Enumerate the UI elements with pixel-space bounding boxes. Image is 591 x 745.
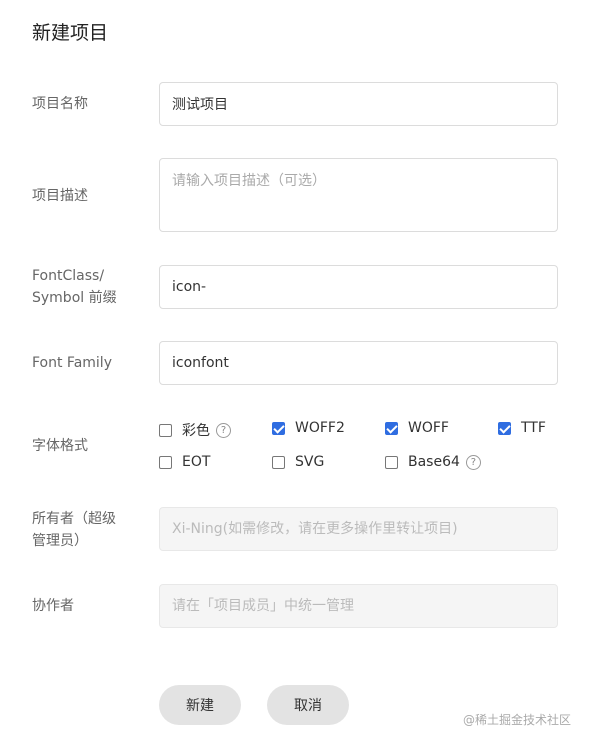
format-woff-checkbox[interactable]: WOFF — [385, 420, 449, 436]
watermark: @稀土掘金技术社区 — [462, 713, 571, 727]
checkbox-checked-icon — [385, 421, 398, 435]
format-base64-checkbox[interactable]: Base64 ? — [385, 454, 481, 470]
checkbox-checked-icon — [498, 421, 511, 435]
owner-label-line2: 管理员） — [32, 533, 88, 549]
question-circle-icon[interactable]: ? — [216, 422, 231, 438]
project-name-input[interactable] — [159, 82, 558, 126]
prefix-input[interactable] — [159, 265, 558, 309]
question-circle-icon[interactable]: ? — [465, 454, 481, 470]
format-woff2-checkbox[interactable]: WOFF2 — [272, 420, 345, 436]
checkbox-checked-icon — [272, 421, 285, 435]
checkbox-icon — [159, 455, 172, 469]
cancel-button[interactable]: 取消 — [267, 685, 349, 725]
format-base64-label: Base64 — [408, 454, 460, 470]
format-svg-label: SVG — [295, 454, 325, 470]
format-color-checkbox[interactable]: 彩色 ? — [159, 420, 231, 440]
font-format-label: 字体格式 — [32, 438, 88, 454]
font-family-label: Font Family — [32, 355, 112, 371]
font-family-input[interactable] — [159, 341, 558, 385]
owner-label: 所有者（超级 管理员） — [32, 508, 142, 552]
format-color-label: 彩色 — [182, 423, 210, 439]
collaborators-label: 协作者 — [32, 598, 74, 614]
prefix-label-line1: FontClass/ — [32, 268, 105, 284]
format-ttf-checkbox[interactable]: TTF — [498, 420, 546, 436]
format-woff2-label: WOFF2 — [295, 420, 345, 436]
format-eot-checkbox[interactable]: EOT — [159, 454, 210, 470]
prefix-label-line2: Symbol 前缀 — [32, 290, 117, 306]
format-svg-checkbox[interactable]: SVG — [272, 454, 324, 470]
collaborators-input — [159, 584, 558, 628]
project-description-textarea[interactable] — [159, 158, 558, 232]
owner-input — [159, 507, 558, 551]
format-woff-label: WOFF — [408, 420, 449, 436]
project-description-label: 项目描述 — [32, 188, 88, 204]
checkbox-icon — [159, 423, 172, 437]
checkbox-icon — [272, 455, 285, 469]
create-button[interactable]: 新建 — [159, 685, 241, 725]
checkbox-icon — [385, 455, 398, 469]
format-ttf-label: TTF — [521, 420, 546, 436]
project-name-label: 项目名称 — [32, 96, 88, 112]
format-eot-label: EOT — [182, 454, 211, 470]
prefix-label: FontClass/ Symbol 前缀 — [32, 265, 142, 309]
dialog-title: 新建项目 — [32, 22, 109, 44]
owner-label-line1: 所有者（超级 — [32, 511, 116, 527]
